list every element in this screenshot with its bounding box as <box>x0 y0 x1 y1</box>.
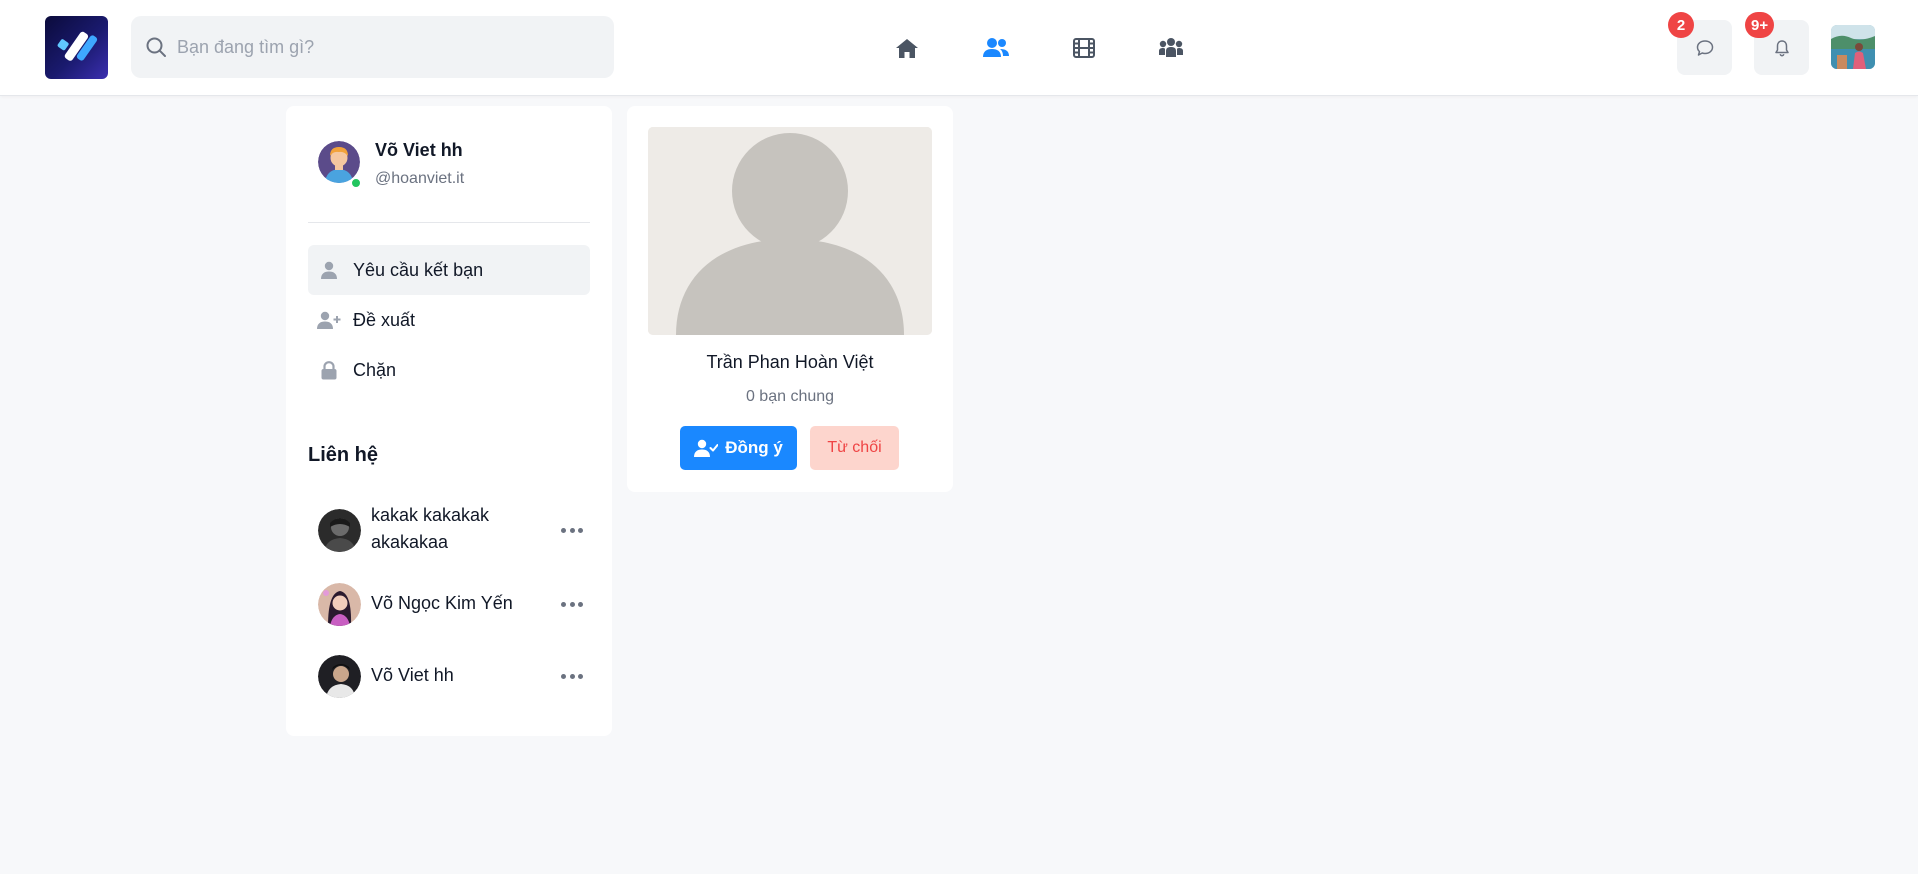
user-avatar[interactable] <box>1831 25 1875 69</box>
user-plus-icon <box>316 309 342 331</box>
reject-button[interactable]: Từ chối <box>810 426 899 470</box>
contact-avatar[interactable] <box>318 583 361 626</box>
contact-name: kakak kakakak akakakaa <box>371 505 490 552</box>
menu-label: Chặn <box>353 359 397 380</box>
mutual-friends: 0 bạn chung <box>745 388 835 405</box>
video-icon <box>1073 38 1095 58</box>
search-bar[interactable] <box>131 16 614 78</box>
contact-item[interactable]: kakak kakakak akakakaa <box>318 500 598 560</box>
accept-button[interactable]: Đồng ý <box>680 426 797 470</box>
top-header: 2 9+ <box>0 0 1918 96</box>
contact-name: Võ Viet hh <box>371 665 454 685</box>
nav-video[interactable] <box>1070 34 1098 62</box>
menu-suggestions[interactable]: Đề xuất <box>308 295 590 345</box>
contact-item[interactable]: Võ Viet hh <box>318 655 598 715</box>
nav-groups[interactable] <box>1157 34 1185 62</box>
contact-name: Võ Ngọc Kim Yến <box>371 593 513 613</box>
request-avatar[interactable] <box>648 127 932 335</box>
lock-icon <box>316 359 342 381</box>
nav-home[interactable] <box>893 34 921 62</box>
left-sidebar: Võ Viet hh @hoanviet.it Yêu cầu kết bạn … <box>286 106 612 736</box>
friend-request-card: Trần Phan Hoàn Việt 0 bạn chung Đồng ý T… <box>627 106 953 492</box>
contact-avatar[interactable] <box>318 509 361 552</box>
app-logo[interactable] <box>45 16 108 79</box>
user-check-icon <box>694 438 719 458</box>
online-status-dot <box>350 177 362 189</box>
home-icon <box>896 39 918 58</box>
contacts-heading: Liên hệ <box>308 444 379 466</box>
menu-label: Đề xuất <box>353 309 416 330</box>
more-options-icon[interactable] <box>561 672 583 680</box>
chat-icon <box>1696 39 1713 56</box>
reject-label: Từ chối <box>827 439 882 456</box>
menu-friend-requests[interactable]: Yêu cầu kết bạn <box>308 245 590 295</box>
nav-friends[interactable] <box>982 34 1010 62</box>
accept-label: Đồng ý <box>725 438 783 457</box>
messages-badge: 2 <box>1668 12 1694 38</box>
search-icon <box>145 36 167 58</box>
menu-blocked[interactable]: Chặn <box>308 345 590 395</box>
menu-label: Yêu cầu kết bạn <box>353 259 484 280</box>
request-name: Trần Phan Hoàn Việt <box>706 352 874 372</box>
groups-icon <box>1159 38 1183 57</box>
profile-handle: @hoanviet.it <box>375 170 465 187</box>
divider <box>308 222 590 223</box>
more-options-icon[interactable] <box>561 526 583 534</box>
bell-icon <box>1774 39 1789 56</box>
contact-item[interactable]: Võ Ngọc Kim Yến <box>318 583 598 643</box>
user-icon <box>316 259 342 281</box>
friends-icon <box>983 38 1009 57</box>
notifications-badge: 9+ <box>1745 12 1775 38</box>
profile-card[interactable]: Võ Viet hh @hoanviet.it <box>318 136 598 196</box>
more-options-icon[interactable] <box>561 600 583 608</box>
search-input[interactable] <box>177 36 597 58</box>
profile-name: Võ Viet hh <box>375 140 463 160</box>
contact-avatar[interactable] <box>318 655 361 698</box>
